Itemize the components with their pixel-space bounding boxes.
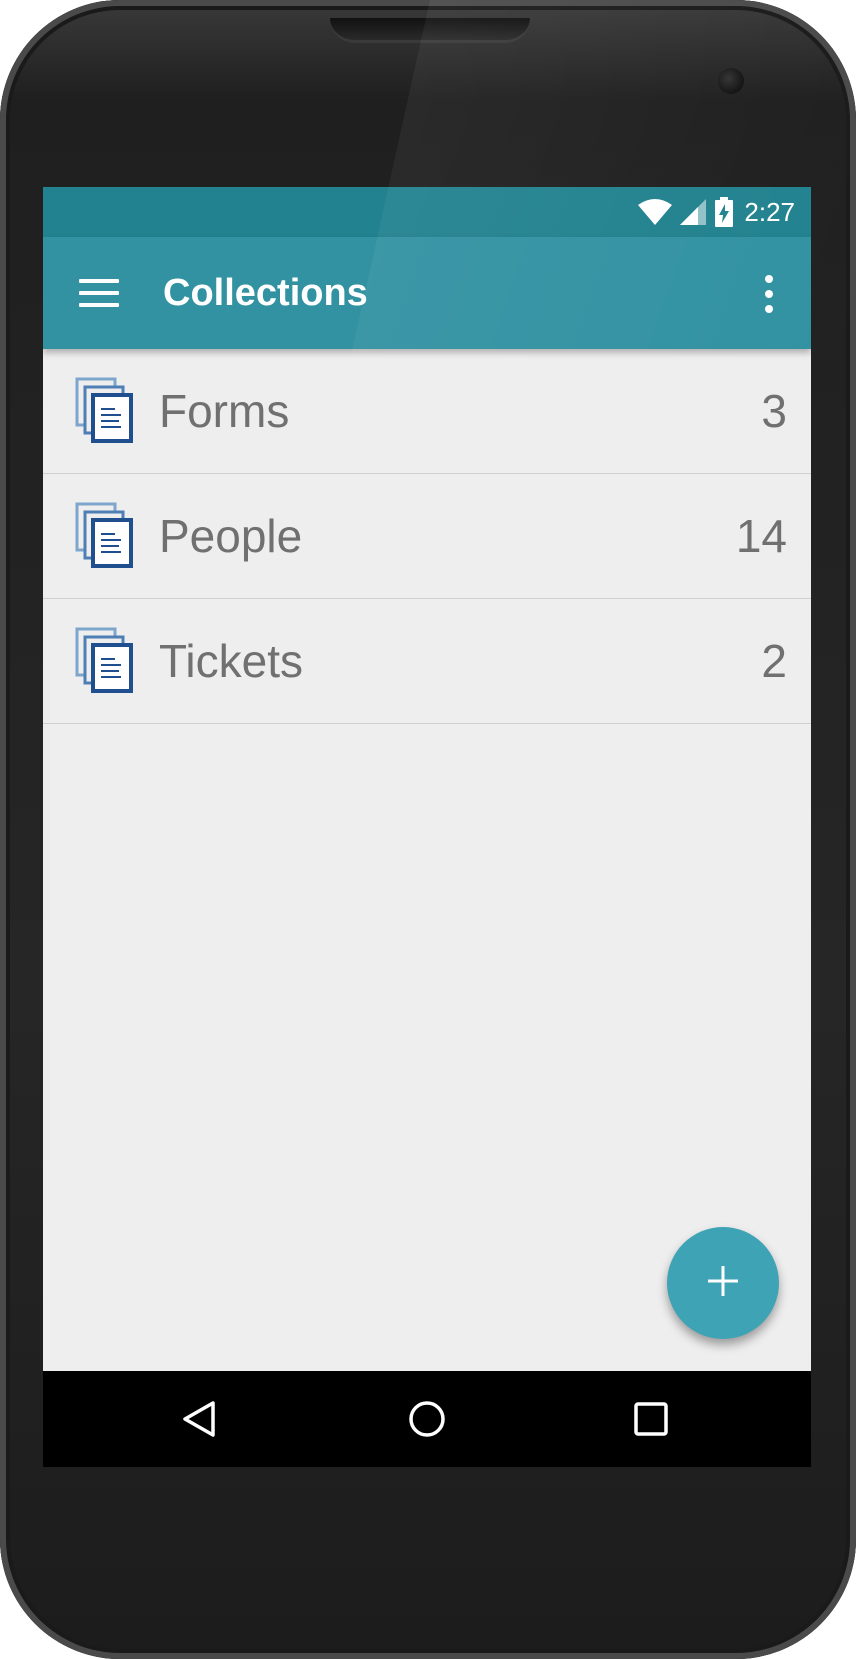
phone-frame: 2:27 Collections Forms 3 People 14 Ticke…: [0, 0, 856, 1659]
collection-documents-icon: [75, 627, 135, 693]
wifi-icon: [638, 199, 673, 225]
hamburger-menu-icon[interactable]: [79, 279, 119, 307]
list-item[interactable]: Tickets 2: [43, 599, 811, 724]
list-item-label: People: [159, 510, 303, 562]
front-camera: [718, 68, 744, 94]
screen: 2:27 Collections Forms 3 People 14 Ticke…: [43, 187, 811, 1467]
list-item[interactable]: People 14: [43, 474, 811, 599]
list-item-count: 3: [761, 385, 787, 437]
home-icon[interactable]: [407, 1399, 447, 1439]
plus-icon: [708, 1265, 738, 1301]
app-bar: Collections: [43, 237, 811, 349]
collection-documents-icon: [75, 502, 135, 568]
add-collection-button[interactable]: [667, 1227, 779, 1339]
battery-charging-icon: [714, 197, 734, 227]
page-title: Collections: [163, 271, 368, 314]
list-item-count: 14: [735, 510, 787, 562]
overflow-menu-icon[interactable]: [765, 275, 773, 313]
list-item-label: Tickets: [159, 635, 303, 687]
collection-documents-icon: [75, 377, 135, 443]
system-nav-bar: [43, 1371, 811, 1467]
status-bar: 2:27: [43, 187, 811, 237]
signal-icon: [680, 199, 707, 225]
collections-list: Forms 3 People 14 Tickets 2: [43, 349, 811, 724]
status-time: 2:27: [744, 196, 795, 227]
list-item-count: 2: [761, 635, 787, 687]
earpiece-speaker: [330, 18, 530, 43]
back-icon[interactable]: [179, 1399, 219, 1439]
list-item[interactable]: Forms 3: [43, 349, 811, 474]
recents-icon[interactable]: [631, 1399, 671, 1439]
list-item-label: Forms: [159, 385, 290, 437]
